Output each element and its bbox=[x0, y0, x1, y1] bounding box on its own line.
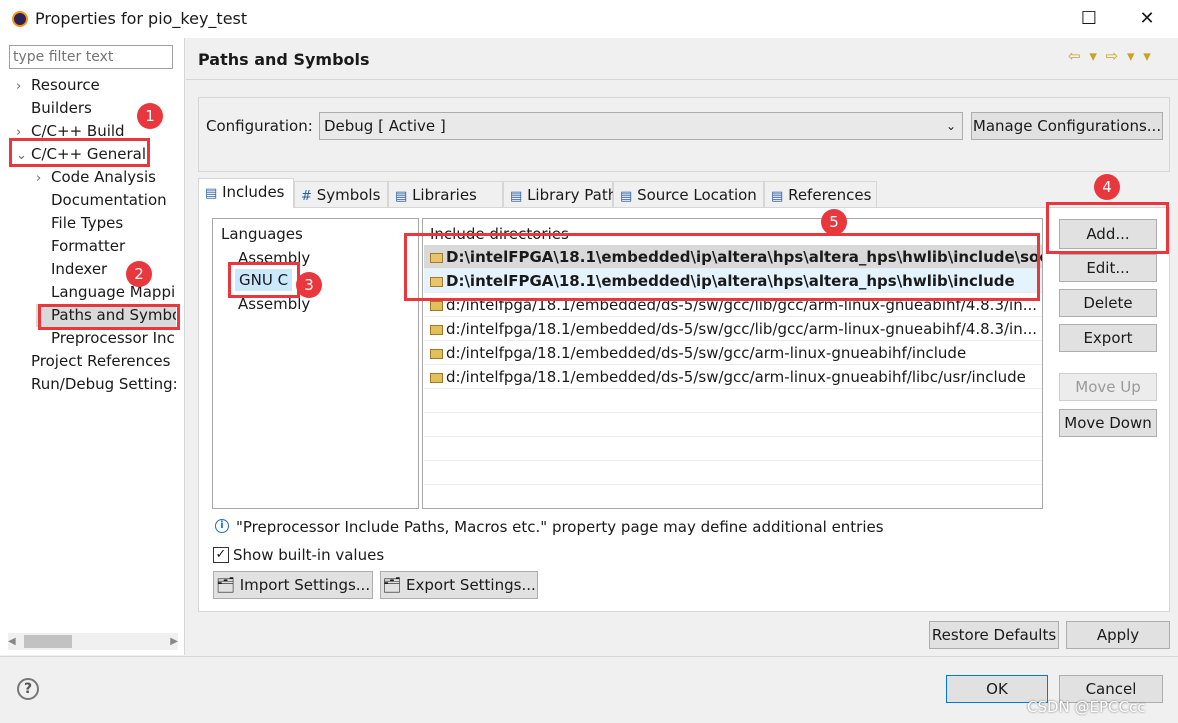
export-icon: 🗂 bbox=[382, 576, 407, 594]
annotation-box-5 bbox=[404, 233, 1040, 301]
move-down-button[interactable]: Move Down bbox=[1059, 409, 1157, 437]
empty-row bbox=[424, 437, 1042, 461]
show-builtin-label: Show built-in values bbox=[233, 546, 385, 564]
empty-row bbox=[424, 413, 1042, 437]
sidebar-item[interactable]: Project References bbox=[16, 350, 176, 373]
folder-icon bbox=[430, 325, 443, 335]
title-bar: Properties for pio_key_test ☐ ✕ bbox=[0, 0, 1178, 38]
apply-button[interactable]: Apply bbox=[1066, 621, 1170, 649]
sidebar-item[interactable]: Indexer bbox=[36, 258, 176, 281]
tab-includes[interactable]: ▤ Includes bbox=[198, 178, 294, 208]
sidebar-item[interactable]: Formatter bbox=[36, 235, 176, 258]
folder-icon bbox=[430, 373, 443, 383]
annotation-box-3 bbox=[228, 262, 300, 298]
folder-icon bbox=[430, 301, 443, 311]
tree-arrow-icon: › bbox=[16, 79, 22, 94]
import-icon: 🗂 bbox=[215, 576, 240, 594]
sidebar-item[interactable]: Language Mappi bbox=[36, 281, 176, 304]
horizontal-scrollbar[interactable]: ◀ ▶ bbox=[8, 633, 178, 650]
configuration-label: Configuration: bbox=[206, 117, 313, 135]
sidebar-item[interactable]: Documentation bbox=[36, 189, 176, 212]
libraries-icon: ▤ bbox=[395, 189, 408, 204]
include-directory-row[interactable]: d:/intelfpga/18.1/embedded/ds-5/sw/gcc/a… bbox=[424, 341, 1042, 365]
source-folder-icon: ▤ bbox=[620, 189, 633, 204]
tab-source-location[interactable]: ▤ Source Location bbox=[613, 181, 764, 207]
sidebar-item[interactable]: › Resource bbox=[16, 74, 176, 97]
chevron-down-icon: ⌄ bbox=[945, 119, 956, 133]
window-title: Properties for pio_key_test bbox=[35, 9, 248, 28]
close-button[interactable]: ✕ bbox=[1124, 0, 1170, 38]
empty-row bbox=[424, 389, 1042, 413]
annotation-box-1 bbox=[9, 138, 150, 167]
maximize-button[interactable]: ☐ bbox=[1066, 0, 1112, 38]
empty-row bbox=[424, 461, 1042, 485]
scrollbar-thumb[interactable] bbox=[24, 635, 72, 648]
sidebar-item[interactable]: › Code Analysis bbox=[36, 166, 176, 189]
info-text: "Preprocessor Include Paths, Macros etc.… bbox=[236, 518, 884, 536]
annotation-badge-1: 1 bbox=[137, 103, 163, 129]
include-directory-row[interactable]: d:/intelfpga/18.1/embedded/ds-5/sw/gcc/a… bbox=[424, 365, 1042, 389]
history-nav[interactable]: ⇦ ▾ ⇨ ▾ ▾ bbox=[1068, 47, 1153, 65]
tab-references[interactable]: ▤ References bbox=[764, 181, 877, 207]
delete-button[interactable]: Delete bbox=[1059, 289, 1157, 317]
eclipse-logo-icon bbox=[12, 11, 28, 27]
page-title: Paths and Symbols bbox=[198, 50, 370, 69]
annotation-box-2 bbox=[38, 304, 180, 330]
manage-configurations-button[interactable]: Manage Configurations... bbox=[971, 112, 1163, 140]
sidebar-item[interactable]: File Types bbox=[36, 212, 176, 235]
annotation-badge-3: 3 bbox=[296, 272, 322, 298]
hash-icon: # bbox=[301, 189, 312, 204]
watermark: CSDN @EPCCcc bbox=[1027, 698, 1146, 716]
includes-icon: ▤ bbox=[205, 186, 218, 201]
edit-button[interactable]: Edit... bbox=[1059, 254, 1157, 282]
tree-arrow-icon: › bbox=[36, 171, 42, 186]
configuration-select[interactable]: Debug [ Active ] ⌄ bbox=[319, 112, 963, 140]
library-paths-icon: ▤ bbox=[510, 189, 523, 204]
languages-header: Languages bbox=[221, 225, 303, 243]
move-up-button[interactable]: Move Up bbox=[1059, 373, 1157, 401]
tab-symbols[interactable]: # Symbols bbox=[294, 181, 388, 207]
show-builtin-checkbox[interactable]: ✓ bbox=[213, 547, 229, 563]
folder-icon bbox=[430, 349, 443, 359]
include-directory-row[interactable]: d:/intelfpga/18.1/embedded/ds-5/sw/gcc/l… bbox=[424, 317, 1042, 341]
sidebar-item[interactable]: Run/Debug Setting: bbox=[16, 373, 176, 396]
annotation-badge-5: 5 bbox=[821, 209, 847, 235]
import-settings-button[interactable]: 🗂 Import Settings... bbox=[213, 571, 373, 599]
annotation-badge-4: 4 bbox=[1094, 174, 1120, 200]
filter-input[interactable] bbox=[9, 45, 173, 69]
tab-library-paths[interactable]: ▤ Library Paths bbox=[503, 181, 625, 207]
help-icon[interactable]: ? bbox=[17, 678, 39, 700]
annotation-badge-2: 2 bbox=[126, 261, 152, 287]
restore-defaults-button[interactable]: Restore Defaults bbox=[929, 621, 1059, 649]
tab-libraries[interactable]: ▤ Libraries bbox=[388, 181, 503, 207]
sidebar-item[interactable]: Preprocessor Inc bbox=[36, 327, 176, 350]
export-settings-button[interactable]: 🗂 Export Settings... bbox=[380, 571, 538, 599]
info-icon: i bbox=[215, 519, 229, 533]
export-button[interactable]: Export bbox=[1059, 324, 1157, 352]
references-icon: ▤ bbox=[771, 189, 784, 204]
annotation-box-4 bbox=[1046, 202, 1169, 254]
